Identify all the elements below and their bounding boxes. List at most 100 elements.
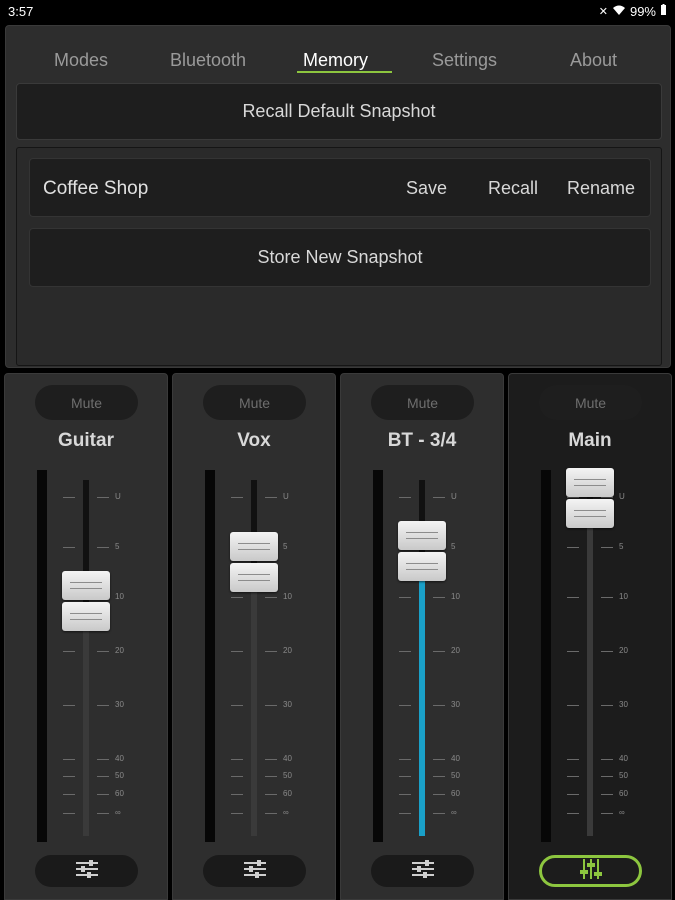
- scale-tick: [265, 651, 277, 652]
- scale-tick: [399, 813, 411, 814]
- tab-settings[interactable]: Settings: [432, 50, 497, 71]
- scale-tick: [601, 776, 613, 777]
- scale-label: ∞: [451, 808, 457, 817]
- scale-tick: [567, 759, 579, 760]
- snapshot-row: Coffee Shop Save Recall Rename: [29, 158, 651, 217]
- scale-tick: [97, 705, 109, 706]
- scale-tick: [265, 597, 277, 598]
- mute-button[interactable]: Mute: [203, 385, 306, 420]
- sliders-icon: [410, 859, 436, 884]
- scale-label: 5: [451, 542, 456, 551]
- scale-tick: [63, 776, 75, 777]
- do-not-disturb-icon: ✕: [598, 6, 608, 18]
- level-meter: [373, 470, 383, 842]
- level-meter: [205, 470, 215, 842]
- memory-panel: Modes Bluetooth Memory Settings About Re…: [5, 25, 671, 368]
- channel-strip: Mute Main U 5 10 20 30 40 50 60 ∞: [508, 373, 672, 900]
- scale-tick: [399, 776, 411, 777]
- fader-handle[interactable]: [62, 571, 110, 632]
- scale-label: 30: [283, 700, 292, 709]
- scale-tick: [567, 794, 579, 795]
- scale-tick: [567, 705, 579, 706]
- channel-settings-button[interactable]: [203, 855, 306, 887]
- scale-tick: [231, 813, 243, 814]
- level-meter: [37, 470, 47, 842]
- fader-handle[interactable]: [566, 468, 614, 528]
- scale-label: 60: [115, 789, 124, 798]
- scale-label: 40: [283, 754, 292, 763]
- scale-tick: [231, 597, 243, 598]
- channel-name: Main: [568, 430, 612, 451]
- scale-tick: [567, 813, 579, 814]
- scale-tick: [97, 776, 109, 777]
- scale-label: 50: [619, 771, 628, 780]
- scale-tick: [567, 547, 579, 548]
- scale-label: ∞: [283, 808, 289, 817]
- scale-tick: [601, 813, 613, 814]
- snapshot-recall-button[interactable]: Recall: [488, 178, 538, 199]
- status-bar: 3:57 ✕ 99%: [0, 0, 675, 24]
- mute-button[interactable]: Mute: [539, 385, 642, 420]
- mixer-sliders-icon: [578, 858, 604, 885]
- scale-label: 40: [619, 754, 628, 763]
- scale-label: 60: [619, 789, 628, 798]
- scale-label: 50: [283, 771, 292, 780]
- scale-tick: [433, 794, 445, 795]
- scale-label: 20: [451, 646, 460, 655]
- scale-label: 30: [619, 700, 628, 709]
- recall-default-snapshot-button[interactable]: Recall Default Snapshot: [16, 83, 662, 140]
- scale-tick: [97, 813, 109, 814]
- scale-tick: [97, 651, 109, 652]
- fader-handle-bottom: [566, 499, 614, 528]
- scale-label: 10: [115, 592, 124, 601]
- channel-settings-button[interactable]: [371, 855, 474, 887]
- scale-tick: [433, 497, 445, 498]
- tab-modes[interactable]: Modes: [54, 50, 108, 71]
- tab-memory[interactable]: Memory: [303, 50, 368, 71]
- channel-settings-button[interactable]: [539, 855, 642, 887]
- sliders-icon: [74, 859, 100, 884]
- mute-button[interactable]: Mute: [371, 385, 474, 420]
- channel-strip: Mute BT - 3/4 U 5 10 20 30 40 50 60 ∞: [340, 373, 504, 900]
- snapshot-save-button[interactable]: Save: [406, 178, 447, 199]
- scale-tick: [63, 497, 75, 498]
- scale-tick: [265, 813, 277, 814]
- scale-tick: [97, 794, 109, 795]
- scale-tick: [97, 497, 109, 498]
- scale-label: 60: [451, 789, 460, 798]
- scale-tick: [567, 651, 579, 652]
- tab-bluetooth[interactable]: Bluetooth: [170, 50, 246, 71]
- scale-label: 30: [451, 700, 460, 709]
- fader-handle-bottom: [398, 552, 446, 582]
- store-new-snapshot-button[interactable]: Store New Snapshot: [29, 228, 651, 287]
- snapshot-rename-button[interactable]: Rename: [567, 178, 635, 199]
- sliders-icon: [242, 859, 268, 884]
- scale-tick: [399, 497, 411, 498]
- scale-tick: [433, 776, 445, 777]
- scale-tick: [63, 651, 75, 652]
- active-tab-indicator: [297, 71, 392, 73]
- fader-handle[interactable]: [398, 521, 446, 582]
- scale-tick: [265, 794, 277, 795]
- channel-name: Vox: [237, 430, 271, 451]
- fader-handle-top: [62, 571, 110, 601]
- scale-tick: [63, 759, 75, 760]
- scale-label: 20: [283, 646, 292, 655]
- scale-tick: [231, 705, 243, 706]
- mute-button[interactable]: Mute: [35, 385, 138, 420]
- scale-label: 10: [283, 592, 292, 601]
- scale-tick: [433, 705, 445, 706]
- scale-tick: [63, 794, 75, 795]
- scale-tick: [231, 759, 243, 760]
- wifi-icon: [612, 5, 626, 19]
- channel-settings-button[interactable]: [35, 855, 138, 887]
- scale-tick: [601, 794, 613, 795]
- scale-label: U: [115, 492, 121, 501]
- scale-label: 30: [115, 700, 124, 709]
- channel-name: BT - 3/4: [387, 430, 457, 451]
- tab-about[interactable]: About: [570, 50, 617, 71]
- scale-label: ∞: [115, 808, 121, 817]
- scale-tick: [231, 497, 243, 498]
- scale-label: 60: [283, 789, 292, 798]
- fader-handle[interactable]: [230, 532, 278, 593]
